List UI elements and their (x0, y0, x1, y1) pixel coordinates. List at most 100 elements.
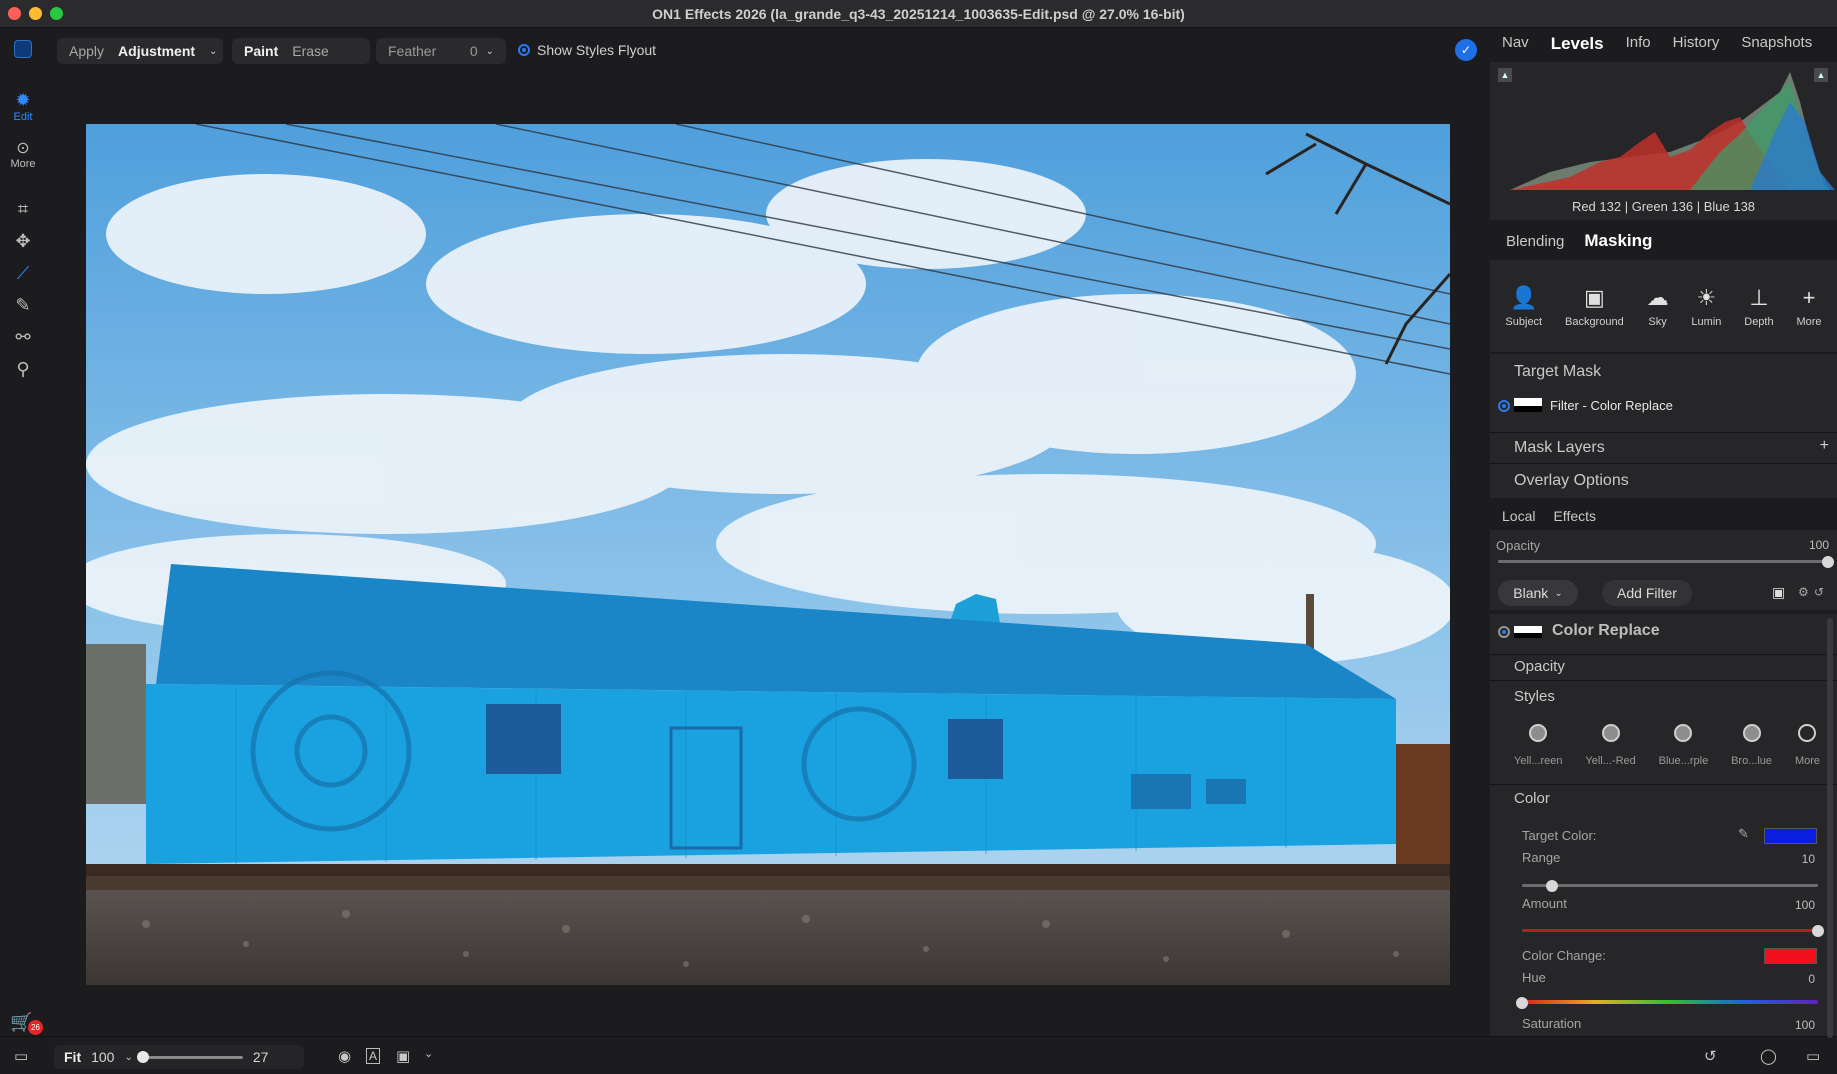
mask-view-icon[interactable]: ▣ (396, 1047, 410, 1065)
tab-masking[interactable]: Masking (1584, 231, 1652, 251)
zoom-slider[interactable] (136, 1050, 243, 1063)
camera-icon[interactable]: ▣ (1772, 584, 1785, 601)
edit-module-button[interactable]: ✹ Edit (0, 90, 46, 123)
done-checkmark-button[interactable]: ✓ (1455, 39, 1477, 61)
opacity-slider[interactable] (1498, 560, 1828, 563)
retouch-tool-button[interactable]: ⚯ (12, 326, 34, 348)
eyedropper-icon[interactable]: ✎ (1738, 826, 1749, 842)
apply-adjustment-dropdown[interactable]: Apply Adjustment ⌄ (57, 38, 223, 64)
opacity-slider-thumb[interactable] (1822, 556, 1834, 568)
filter-title[interactable]: Color Replace (1552, 622, 1660, 640)
show-styles-flyout-toggle[interactable]: Show Styles Flyout (518, 42, 656, 58)
style-preset-1[interactable]: Yell...reen (1514, 724, 1563, 767)
radio-icon[interactable] (1498, 626, 1510, 638)
add-filter-button[interactable]: Add Filter (1602, 580, 1692, 606)
more-label: More (10, 158, 36, 170)
app-logo-icon (14, 40, 32, 58)
blank-dropdown[interactable]: Blank ⌄ (1498, 580, 1578, 606)
close-window-button[interactable] (8, 7, 21, 20)
zoom-window-button[interactable] (50, 7, 63, 20)
mask-sky-label: Sky (1648, 315, 1667, 328)
left-tool-rail: ✹ Edit ⊙ More ⌗ ✥ ⟋ ✎ ⚯ ⚲ (0, 72, 46, 1032)
hue-slider[interactable] (1522, 1000, 1818, 1004)
adjustment-label: Adjustment (118, 43, 196, 59)
top-toolbar: Apply Adjustment ⌄ Paint Erase Feather 0… (0, 28, 1490, 72)
style-preset-2[interactable]: Yell...-Red (1585, 724, 1636, 767)
radio-checked-icon[interactable] (1498, 400, 1510, 412)
chevron-down-icon[interactable]: ⌄ (424, 1047, 433, 1060)
tab-history[interactable]: History (1673, 34, 1720, 54)
mask-lumin-label: Lumin (1691, 315, 1722, 328)
mask-background-button[interactable]: ▣ Background (1565, 285, 1624, 328)
style-preset-4[interactable]: Bro...lue (1731, 724, 1772, 767)
target-mask-item[interactable]: Filter - Color Replace (1550, 398, 1673, 413)
person-icon: 👤 (1510, 284, 1538, 310)
preview-eye-icon[interactable]: ◉ (338, 1047, 351, 1065)
tab-info[interactable]: Info (1626, 34, 1651, 54)
zoom-slider-thumb[interactable] (136, 1050, 149, 1063)
panel-toggle-right-icon[interactable]: ▭ (1806, 1047, 1820, 1065)
range-slider-thumb[interactable] (1545, 880, 1558, 892)
overlay-options-row[interactable]: Overlay Options (1490, 464, 1837, 498)
mask-lumin-button[interactable]: ☀ Lumin (1691, 285, 1721, 328)
fit-button[interactable]: Fit (64, 1049, 81, 1065)
mask-sky-button[interactable]: ☁ Sky (1647, 285, 1669, 328)
panel-toggle-left-icon[interactable]: ▭ (14, 1047, 28, 1065)
brush-icon: ✎ (15, 294, 31, 315)
radio-checked-icon (518, 44, 530, 56)
reset-icon[interactable]: ↺ (1814, 585, 1824, 599)
hue-slider-thumb[interactable] (1516, 997, 1528, 1009)
reset-icon[interactable]: ↺ (1704, 1047, 1717, 1065)
mask-subject-button[interactable]: 👤 Subject (1505, 285, 1542, 328)
cart-button[interactable]: 🛒 26 (10, 1012, 43, 1036)
done-circle-icon[interactable]: ◯ (1760, 1047, 1777, 1065)
feather-control[interactable]: Feather 0 ⌄ (376, 38, 506, 64)
crop-icon: ⌗ (17, 198, 29, 219)
hue-value: 0 (1808, 972, 1815, 986)
style-preset-3[interactable]: Blue...rple (1658, 724, 1709, 767)
mask-depth-button[interactable]: ⊥ Depth (1744, 285, 1773, 328)
move-tool-button[interactable]: ✥ (12, 230, 34, 252)
style-preset-label: Blue...rple (1658, 755, 1709, 767)
masking-brush-tool-button[interactable]: ⟋ (12, 262, 34, 284)
style-preset-label: Yell...reen (1514, 755, 1563, 767)
style-more-button[interactable]: More (1795, 724, 1820, 767)
chevron-down-icon[interactable]: ⌄ (124, 1052, 132, 1063)
target-color-swatch[interactable] (1764, 828, 1817, 844)
mask-layers-title: Mask Layers (1514, 439, 1605, 456)
range-value: 10 (1801, 852, 1815, 866)
paint-button[interactable]: Paint (244, 43, 278, 59)
edit-label: Edit (13, 111, 33, 123)
tab-snapshots[interactable]: Snapshots (1741, 34, 1812, 54)
filter-opacity-label[interactable]: Opacity (1514, 658, 1565, 675)
title-bar: ON1 Effects 2026 (la_grande_q3-43_202512… (0, 0, 1837, 28)
overlay-options-title: Overlay Options (1514, 472, 1629, 489)
magic-brush-icon: ⟋ (16, 262, 30, 283)
local-effects-tabs: Local Effects (1502, 508, 1596, 524)
fit-value[interactable]: 100 (91, 1049, 114, 1065)
tab-blending[interactable]: Blending (1506, 233, 1564, 250)
tab-local[interactable]: Local (1502, 508, 1535, 524)
crop-tool-button[interactable]: ⌗ (12, 198, 34, 220)
color-change-swatch[interactable] (1764, 948, 1817, 964)
minimize-window-button[interactable] (29, 7, 42, 20)
amount-slider[interactable] (1522, 929, 1818, 932)
zoom-pan-tool-button[interactable]: ⚲ (12, 358, 34, 380)
photo-preview[interactable] (86, 124, 1450, 985)
erase-button[interactable]: Erase (292, 43, 329, 59)
mask-layers-row[interactable]: Mask Layers + (1490, 433, 1837, 463)
range-slider[interactable] (1522, 884, 1818, 887)
amount-slider-thumb[interactable] (1812, 925, 1824, 937)
tab-effects[interactable]: Effects (1553, 508, 1596, 524)
zoom-hand-icon: ⚲ (16, 358, 30, 379)
auto-tone-icon[interactable]: A (366, 1048, 381, 1064)
refine-brush-tool-button[interactable]: ✎ (12, 294, 34, 316)
tab-levels[interactable]: Levels (1551, 34, 1604, 54)
more-module-button[interactable]: ⊙ More (0, 138, 46, 170)
mask-more-button[interactable]: + More (1796, 285, 1821, 328)
mask-buttons: 👤 Subject ▣ Background ☁ Sky ☀ Lumin ⊥ Depth … (1490, 260, 1837, 352)
add-mask-layer-icon[interactable]: + (1820, 437, 1829, 455)
gear-icon[interactable]: ⚙ (1798, 585, 1809, 599)
tab-nav[interactable]: Nav (1502, 34, 1529, 54)
panel-scrollbar[interactable] (1827, 618, 1833, 1038)
